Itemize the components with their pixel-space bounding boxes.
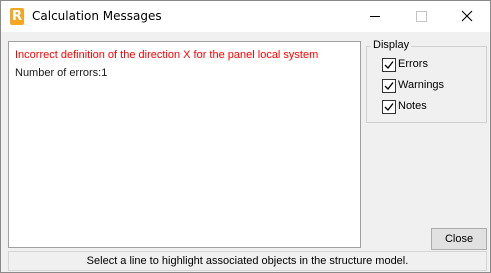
checkmark-icon bbox=[384, 103, 394, 112]
maximize-button bbox=[398, 1, 444, 32]
maximize-icon bbox=[416, 11, 427, 22]
window-title: Calculation Messages bbox=[32, 9, 162, 23]
minimize-icon bbox=[370, 16, 380, 17]
errors-checkbox[interactable] bbox=[382, 58, 396, 72]
checkmark-icon bbox=[384, 61, 394, 70]
message-line-error[interactable]: Incorrect definition of the direction X … bbox=[15, 49, 318, 61]
close-icon bbox=[461, 10, 473, 22]
status-bar: Select a line to highlight associated ob… bbox=[8, 251, 487, 271]
message-list[interactable]: Incorrect definition of the direction X … bbox=[8, 41, 361, 248]
checkmark-icon bbox=[384, 82, 394, 91]
calculation-messages-window: R Calculation Messages Incorrect definit… bbox=[0, 0, 491, 273]
title-bar[interactable]: R Calculation Messages bbox=[1, 1, 490, 32]
message-line-error-count[interactable]: Number of errors:1 bbox=[15, 67, 107, 79]
warnings-checkbox[interactable] bbox=[382, 79, 396, 93]
close-button[interactable]: Close bbox=[431, 228, 487, 250]
notes-label: Notes bbox=[398, 100, 427, 112]
close-window-button[interactable] bbox=[444, 1, 490, 32]
display-group-label: Display bbox=[371, 39, 412, 51]
app-icon: R bbox=[10, 8, 24, 25]
errors-label: Errors bbox=[398, 58, 428, 70]
warnings-label: Warnings bbox=[398, 79, 445, 91]
minimize-button[interactable] bbox=[352, 1, 398, 32]
notes-checkbox[interactable] bbox=[382, 100, 396, 114]
